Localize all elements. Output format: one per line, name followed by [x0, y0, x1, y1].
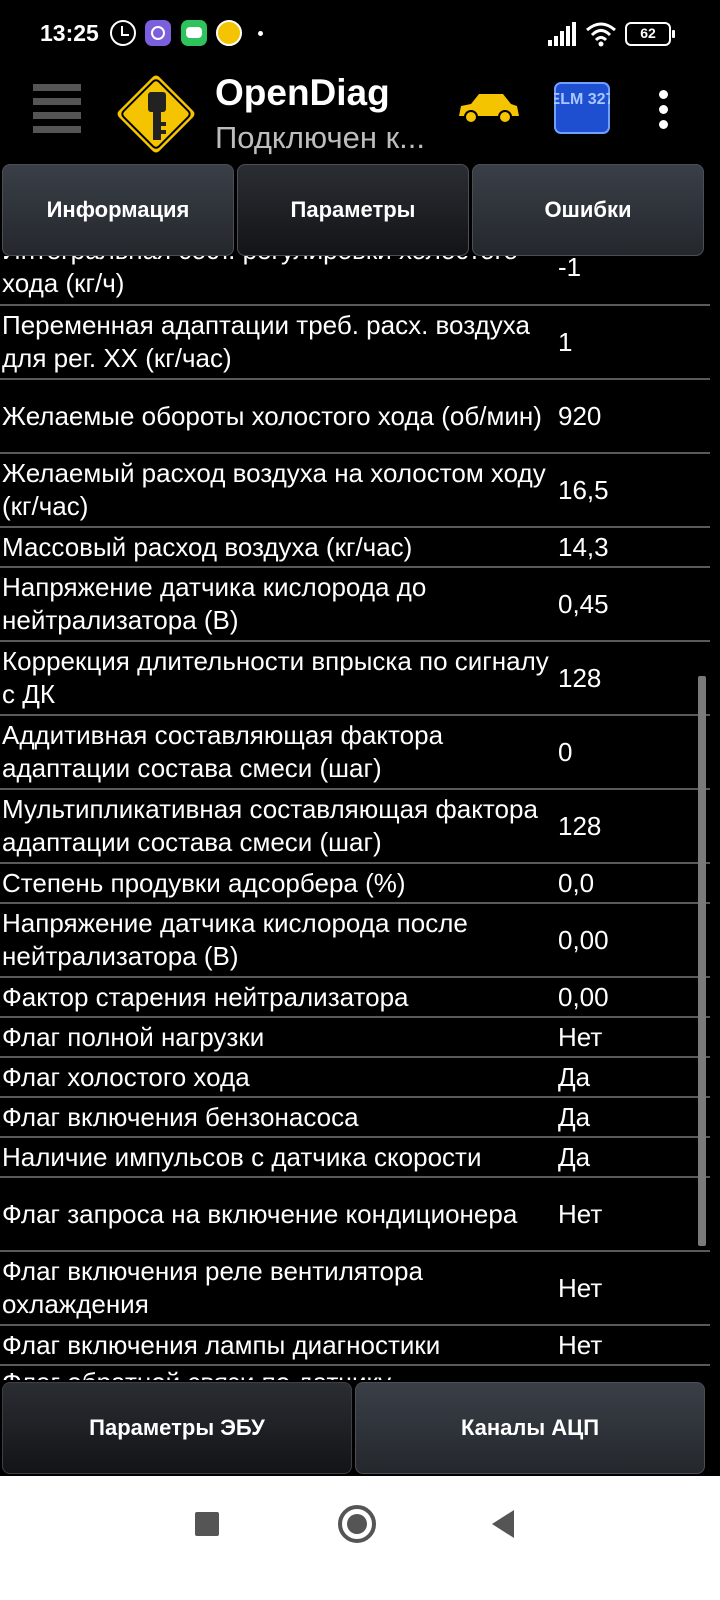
param-value: Да: [558, 1141, 591, 1172]
param-name: Флаг запроса на включение кондиционера: [2, 1198, 518, 1229]
param-value: 0,00: [558, 981, 609, 1012]
param-name: Флаг включения лампы диагностики: [2, 1329, 441, 1360]
param-name: Коррекция длительности впрыска по сигнал…: [2, 646, 549, 709]
wifi-icon: [586, 22, 616, 47]
signal-icon: [548, 22, 576, 46]
param-name: Желаемый расход воздуха на холостом ходу…: [2, 458, 546, 521]
connection-status: Подключен к...: [215, 120, 426, 155]
param-name: Переменная адаптации треб. расх. воздуха…: [2, 310, 530, 373]
param-name: Мультипликативная составляющая фактора а…: [2, 794, 538, 857]
bottom-tab-bar: Параметры ЭБУ Каналы АЦП: [0, 1380, 720, 1476]
opendiag-notification-icon: [216, 20, 242, 46]
tab-parameters[interactable]: Параметры: [237, 164, 469, 256]
adc-channels-button[interactable]: Каналы АЦП: [355, 1382, 705, 1474]
param-value: 128: [558, 810, 602, 841]
param-value: -1: [558, 256, 582, 282]
param-value: 0,45: [558, 588, 609, 619]
home-icon[interactable]: [338, 1505, 376, 1543]
list-item: Желаемый расход воздуха на холостом ходу…: [0, 454, 710, 528]
system-nav-bar: [0, 1476, 720, 1600]
ecu-parameters-button[interactable]: Параметры ЭБУ: [2, 1382, 352, 1474]
list-item: Напряжение датчика кислорода до нейтрали…: [0, 568, 710, 642]
param-name: Флаг холостого хода: [2, 1061, 250, 1092]
param-value: Нет: [558, 1329, 603, 1360]
param-name: Напряжение датчика кислорода до нейтрали…: [2, 572, 427, 635]
list-item: Флаг запроса на включение кондиционера Н…: [0, 1178, 710, 1252]
recent-apps-icon[interactable]: [195, 1512, 219, 1536]
list-item: Переменная адаптации треб. расх. воздуха…: [0, 306, 710, 380]
param-value: Нет: [558, 1198, 603, 1229]
list-item: Коррекция длительности впрыска по сигнал…: [0, 642, 710, 716]
param-name: Интегральная сост. регулировки холостого…: [2, 256, 518, 298]
more-notifications-dot-icon: [258, 31, 263, 36]
app-title: OpenDiag: [215, 72, 390, 113]
param-value: 16,5: [558, 474, 609, 505]
tab-errors[interactable]: Ошибки: [472, 164, 704, 256]
elm-label-text: ELM 327: [554, 91, 610, 108]
list-item: Флаг включения реле вентилятора охлажден…: [0, 1252, 710, 1326]
list-item: Массовый расход воздуха (кг/час) 14,3: [0, 528, 710, 568]
param-value: 14,3: [558, 531, 609, 562]
param-name: Флаг обратной связи по датчику: [2, 1366, 552, 1380]
list-item: Флаг включения лампы диагностики Нет: [0, 1326, 710, 1366]
overflow-menu-icon[interactable]: [654, 90, 672, 130]
hamburger-menu-icon[interactable]: [33, 82, 81, 133]
viber-icon: [145, 20, 171, 46]
chat-icon: [181, 20, 207, 46]
list-item: Фактор старения нейтрализатора 0,00: [0, 978, 710, 1018]
param-value: 128: [558, 662, 602, 693]
param-name: Степень продувки адсорбера (%): [2, 867, 406, 898]
list-item: Наличие импульсов с датчика скорости Да: [0, 1138, 710, 1178]
param-value: 0: [558, 736, 573, 767]
alarm-icon: [110, 20, 136, 46]
list-item: Напряжение датчика кислорода после нейтр…: [0, 904, 710, 978]
list-scrollbar[interactable]: [698, 676, 706, 1246]
param-value: 1: [558, 326, 573, 357]
list-item: Флаг обратной связи по датчику: [0, 1366, 710, 1380]
opendiag-logo-icon: [114, 72, 198, 156]
param-value: 920: [558, 400, 602, 431]
list-item: Флаг холостого хода Да: [0, 1058, 710, 1098]
param-name: Аддитивная составляющая фактора адаптаци…: [2, 720, 444, 783]
list-item: Мультипликативная составляющая фактора а…: [0, 790, 710, 864]
parameters-list[interactable]: Интегральная сост. регулировки холостого…: [0, 256, 720, 1380]
param-value: 0,00: [558, 924, 609, 955]
param-name: Фактор старения нейтрализатора: [2, 981, 409, 1012]
list-item: Интегральная сост. регулировки холостого…: [0, 256, 710, 306]
param-name: Массовый расход воздуха (кг/час): [2, 531, 413, 562]
param-value: Да: [558, 1101, 591, 1132]
param-name: Флаг полной нагрузки: [2, 1021, 265, 1052]
param-value: 0,0: [558, 867, 595, 898]
back-icon[interactable]: [492, 1510, 514, 1538]
tab-information[interactable]: Информация: [2, 164, 234, 256]
battery-icon: 62: [625, 22, 675, 46]
list-item: Флаг полной нагрузки Нет: [0, 1018, 710, 1058]
param-value: Нет: [558, 1021, 603, 1052]
list-item: Степень продувки адсорбера (%) 0,0: [0, 864, 710, 904]
param-name: Желаемые обороты холостого хода (об/мин): [2, 400, 542, 431]
app-bar: OpenDiag Подключен к... ELM 327: [0, 70, 720, 164]
param-value: Да: [558, 1061, 591, 1092]
list-item: Аддитивная составляющая фактора адаптаци…: [0, 716, 710, 790]
param-name: Флаг включения бензонасоса: [2, 1101, 359, 1132]
tab-bar: Информация Параметры Ошибки: [0, 164, 720, 256]
car-icon[interactable]: [455, 90, 521, 126]
status-time: 13:25: [40, 20, 99, 46]
elm327-adapter-icon[interactable]: ELM 327: [554, 82, 610, 134]
status-bar: 13:25 62: [0, 0, 720, 70]
list-item: Флаг включения бензонасоса Да: [0, 1098, 710, 1138]
param-value: Нет: [558, 1272, 603, 1303]
param-name: Наличие импульсов с датчика скорости: [2, 1141, 482, 1172]
list-item: Желаемые обороты холостого хода (об/мин)…: [0, 380, 710, 454]
param-name: Напряжение датчика кислорода после нейтр…: [2, 908, 468, 971]
param-name: Флаг включения реле вентилятора охлажден…: [2, 1256, 423, 1319]
